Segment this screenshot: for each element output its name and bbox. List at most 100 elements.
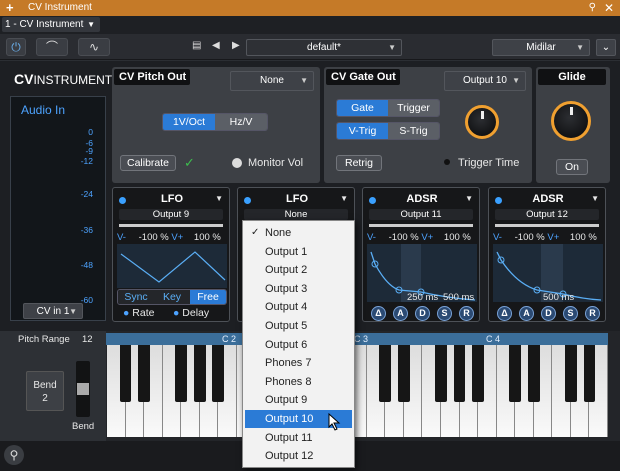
close-icon[interactable]: ✕ bbox=[604, 0, 614, 16]
chevron-down-icon[interactable]: ▼ bbox=[591, 194, 599, 203]
menu-item[interactable]: Phones 7 bbox=[245, 354, 352, 372]
black-key[interactable] bbox=[509, 345, 522, 402]
slot-output-selector[interactable]: Output 9 bbox=[119, 209, 223, 220]
mode-key[interactable]: Key bbox=[154, 290, 190, 304]
expand-icon[interactable]: ⌄ bbox=[596, 39, 616, 56]
pitch-output-selector[interactable]: None ▼ bbox=[230, 71, 314, 91]
chevron-down-icon[interactable]: ▼ bbox=[465, 194, 473, 203]
menu-item[interactable]: Output 3 bbox=[245, 280, 352, 298]
black-key[interactable] bbox=[212, 345, 225, 402]
attack-button[interactable]: A bbox=[519, 306, 534, 321]
wheel-handle[interactable] bbox=[77, 383, 89, 395]
mode-hz-v[interactable]: Hz/V bbox=[215, 114, 267, 130]
black-key[interactable] bbox=[564, 345, 577, 402]
black-key[interactable] bbox=[138, 345, 151, 402]
chevron-down-icon[interactable]: ▼ bbox=[215, 194, 223, 203]
black-key[interactable] bbox=[175, 345, 188, 402]
lfo-sync-mode[interactable]: Sync Key Free bbox=[117, 289, 227, 305]
mode-trigger[interactable]: Trigger bbox=[388, 100, 439, 116]
black-key[interactable] bbox=[379, 345, 392, 402]
toolbar: ⏻ ⌒ ∿ ▤ ◀ ▶ default* ▼ Midilar ▼ ⌄ bbox=[0, 34, 620, 60]
attack-button[interactable]: A bbox=[393, 306, 408, 321]
next-preset-icon[interactable]: ▶ bbox=[232, 40, 240, 51]
black-key[interactable] bbox=[397, 345, 410, 402]
pitch-mode-switch[interactable]: 1V/Oct Hz/V bbox=[162, 113, 268, 131]
range-slider[interactable] bbox=[495, 224, 599, 227]
mode-v-trig[interactable]: V-Trig bbox=[337, 123, 388, 139]
mode-1v-oct[interactable]: 1V/Oct bbox=[163, 114, 215, 130]
menu-item[interactable]: Output 12 bbox=[245, 447, 352, 465]
chevron-down-icon[interactable]: ▼ bbox=[340, 194, 348, 203]
bend-range-box[interactable]: Bend 2 bbox=[26, 371, 64, 411]
range-slider[interactable] bbox=[369, 224, 473, 227]
curve-icon[interactable]: ∿ bbox=[78, 38, 110, 56]
menu-item[interactable]: Output 11 bbox=[245, 429, 352, 447]
mode-free[interactable]: Free bbox=[190, 290, 226, 304]
search-icon[interactable]: ⚲ bbox=[4, 445, 24, 465]
decay-button[interactable]: D bbox=[415, 306, 430, 321]
cv-gate-out-panel: CV Gate Out Output 10 ▼ Gate Trigger V-Tr… bbox=[324, 67, 532, 183]
menu-item[interactable]: Phones 8 bbox=[245, 373, 352, 391]
arc-icon[interactable]: ⌒ bbox=[36, 38, 68, 56]
meter-tick: -9 bbox=[85, 146, 93, 156]
add-button[interactable]: + bbox=[6, 0, 14, 16]
chevron-down-icon: ▼ bbox=[87, 20, 95, 29]
mode-s-trig[interactable]: S-Trig bbox=[388, 123, 439, 139]
preset-name-selector[interactable]: default* ▼ bbox=[246, 39, 402, 56]
adsr-buttons: Δ A D S R bbox=[371, 306, 474, 321]
release-button[interactable]: R bbox=[585, 306, 600, 321]
black-key[interactable] bbox=[193, 345, 206, 402]
menu-item-label: Output 10 bbox=[265, 413, 314, 425]
rate-label: Rate bbox=[132, 307, 155, 319]
menu-item[interactable]: Output 2 bbox=[245, 261, 352, 279]
preset-menu-icon[interactable]: ▤ bbox=[192, 40, 201, 51]
black-key[interactable] bbox=[472, 345, 485, 402]
slot-output-selector[interactable]: None bbox=[244, 209, 348, 220]
range-slider[interactable] bbox=[119, 224, 223, 227]
glide-on-button[interactable]: On bbox=[556, 159, 588, 175]
menu-item[interactable]: Output 4 bbox=[245, 298, 352, 316]
menu-item[interactable]: ✓ None bbox=[245, 224, 352, 242]
glide-knob[interactable] bbox=[551, 101, 591, 141]
menu-item[interactable]: Output 1 bbox=[245, 243, 352, 261]
menu-item-label: Phones 8 bbox=[265, 375, 312, 388]
trigger-time-knob[interactable] bbox=[465, 105, 499, 139]
pitch-bend-wheel[interactable] bbox=[76, 361, 90, 417]
menu-item[interactable]: Output 9 bbox=[245, 391, 352, 409]
gate-output-selector[interactable]: Output 10 ▼ bbox=[444, 71, 526, 91]
retrig-button[interactable]: Retrig bbox=[336, 155, 382, 171]
menu-item[interactable]: Output 5 bbox=[245, 317, 352, 335]
pin-icon[interactable]: ⚲ bbox=[589, 0, 596, 16]
black-key[interactable] bbox=[435, 345, 447, 402]
delta-button[interactable]: Δ bbox=[371, 306, 386, 321]
decay-button[interactable]: D bbox=[541, 306, 556, 321]
gate-mode-switch[interactable]: Gate Trigger bbox=[336, 99, 440, 117]
power-icon[interactable]: ⏻ bbox=[6, 38, 26, 56]
monitor-vol-knob[interactable] bbox=[232, 158, 242, 168]
pitch-range-value[interactable]: 12 bbox=[82, 334, 93, 345]
delay-knob[interactable]: ● bbox=[173, 307, 179, 319]
cv-input-selector[interactable]: CV in 1 ▼ bbox=[23, 303, 83, 319]
mode-gate[interactable]: Gate bbox=[337, 100, 388, 116]
menu-item[interactable]: Output 6 bbox=[245, 336, 352, 354]
meter-tick: -24 bbox=[80, 189, 93, 199]
trig-type-switch[interactable]: V-Trig S-Trig bbox=[336, 122, 440, 140]
release-button[interactable]: R bbox=[459, 306, 474, 321]
instrument-selector[interactable]: 1 - CV Instrument ▼ bbox=[2, 17, 100, 32]
black-key[interactable] bbox=[583, 345, 596, 402]
slot-output-selector[interactable]: Output 11 bbox=[369, 209, 473, 220]
black-key[interactable] bbox=[527, 345, 540, 402]
device-selector[interactable]: Midilar ▼ bbox=[492, 39, 590, 56]
rate-knob[interactable]: ● bbox=[123, 307, 129, 319]
slot-output-selector[interactable]: Output 12 bbox=[495, 209, 599, 220]
glide-panel: Glide On bbox=[536, 67, 610, 183]
calibrate-button[interactable]: Calibrate bbox=[120, 155, 176, 171]
delta-button[interactable]: Δ bbox=[497, 306, 512, 321]
lfo-slot-1: LFO ▼ Output 9 V- -100 % V+ 100 % Sync K… bbox=[112, 187, 230, 322]
sustain-button[interactable]: S bbox=[437, 306, 452, 321]
sustain-button[interactable]: S bbox=[563, 306, 578, 321]
black-key[interactable] bbox=[119, 345, 132, 402]
black-key[interactable] bbox=[453, 345, 466, 402]
prev-preset-icon[interactable]: ◀ bbox=[212, 40, 220, 51]
mode-sync[interactable]: Sync bbox=[118, 290, 154, 304]
